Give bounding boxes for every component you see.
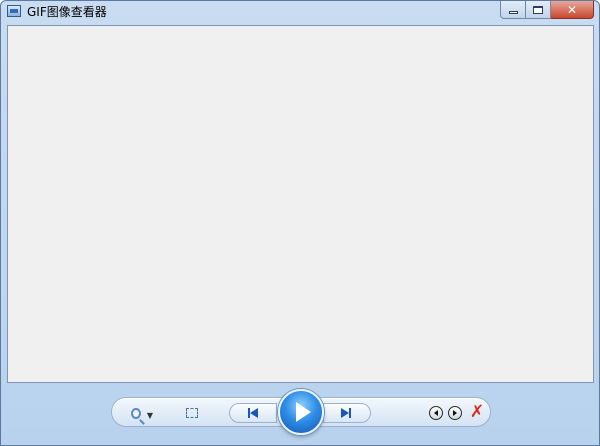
title-bar[interactable]: GIF图像查看器 ✕: [1, 1, 599, 23]
rotate-right-button[interactable]: [448, 406, 462, 420]
delete-button[interactable]: ✗: [469, 402, 485, 422]
next-button[interactable]: [338, 406, 354, 420]
next-icon-bar: [349, 408, 351, 418]
maximize-button[interactable]: [526, 1, 551, 19]
zoom-button[interactable]: ▼: [131, 403, 153, 423]
actual-size-icon: [186, 408, 198, 418]
app-window: GIF图像查看器 ✕ ▼ ✗: [0, 0, 600, 446]
close-button[interactable]: ✕: [551, 1, 594, 19]
rotate-left-button[interactable]: [429, 406, 443, 420]
next-icon: [341, 408, 349, 418]
previous-icon: [250, 408, 258, 418]
actual-size-button[interactable]: [184, 405, 200, 421]
close-icon: ✕: [566, 2, 578, 17]
caption-buttons: ✕: [500, 1, 594, 19]
minimize-icon: [508, 11, 518, 14]
rotate-left-icon: [434, 410, 438, 416]
zoom-in-icon: [131, 407, 141, 419]
rotate-right-icon: [453, 410, 457, 416]
window-title: GIF图像查看器: [27, 5, 107, 19]
play-icon: [296, 402, 311, 422]
play-button[interactable]: [278, 389, 324, 435]
app-image-icon[interactable]: [7, 5, 21, 17]
previous-button[interactable]: [245, 406, 261, 420]
delete-icon: ✗: [469, 402, 485, 422]
bottom-toolbar: ▼ ✗: [1, 385, 599, 445]
maximize-icon: [533, 5, 543, 14]
chevron-down-icon: ▼: [146, 410, 153, 420]
image-viewer-area[interactable]: [7, 25, 594, 383]
minimize-button[interactable]: [500, 1, 526, 19]
